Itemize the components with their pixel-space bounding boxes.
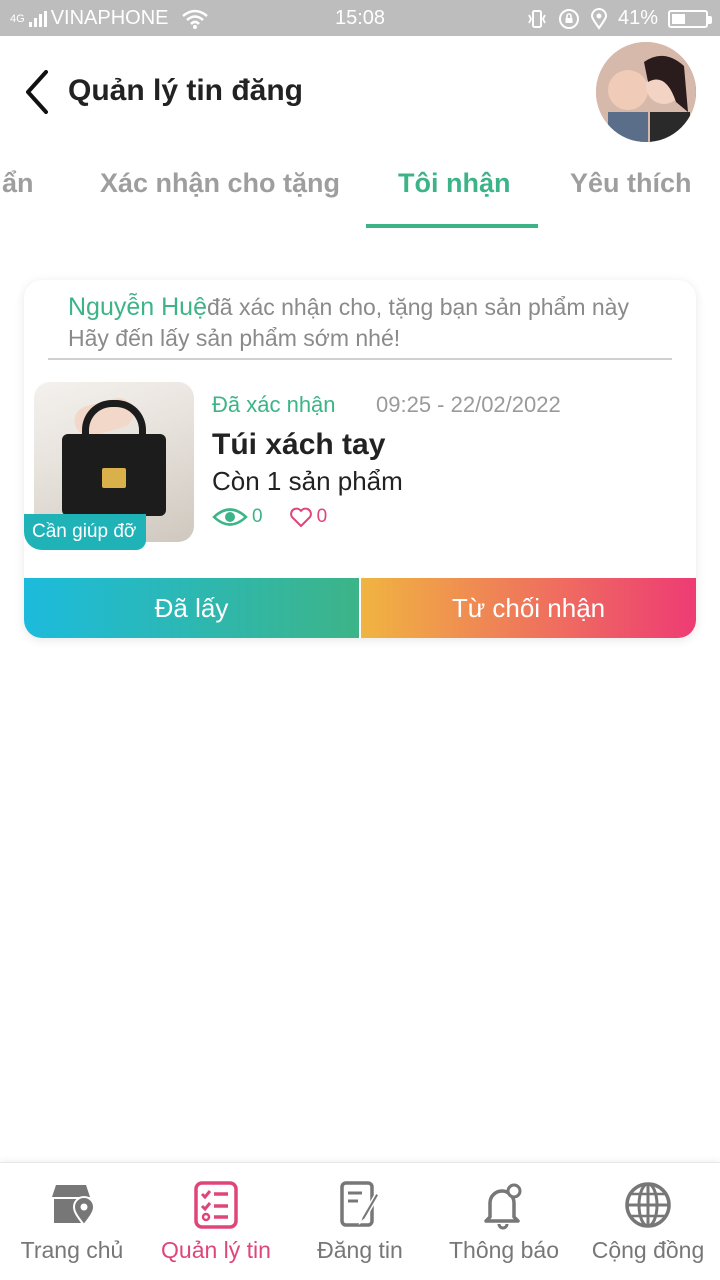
image-clasp: [102, 468, 126, 488]
back-arrow-icon[interactable]: [18, 66, 58, 118]
avatar-photo: [596, 42, 696, 142]
nav-community-label: Cộng đồng: [591, 1237, 705, 1263]
remaining-quantity: Còn 1 sản phẩm: [212, 466, 403, 496]
taken-button[interactable]: Đã lấy: [24, 578, 359, 638]
bottom-nav: Trang chủ Quản lý tin Đăng tin Thông báo: [0, 1162, 720, 1280]
giver-name[interactable]: Nguyễn Huệ: [68, 293, 207, 321]
store-location-icon: [52, 1185, 96, 1227]
battery-percent: 41%: [617, 7, 658, 29]
confirmation-notice: Nguyễn Huệđã xác nhận cho, tặng bạn sản …: [68, 292, 678, 354]
tab-active-indicator: [366, 224, 538, 228]
tab-bar: ẩn Xác nhận cho tặng Tôi nhận Yêu thích: [0, 150, 720, 230]
divider: [48, 358, 672, 360]
notice-text: đã xác nhận cho, tặng bạn sản phẩm này: [206, 294, 629, 320]
status-bar: 4G VINAPHONE 15:08 41%: [0, 0, 720, 36]
status-right: 41%: [526, 7, 712, 30]
views-stat: 0: [212, 506, 263, 528]
app-header: Quản lý tin đăng: [0, 36, 720, 148]
avatar[interactable]: [596, 42, 696, 142]
location-icon: [590, 7, 607, 30]
nav-notifications[interactable]: Thông báo: [432, 1163, 576, 1280]
tab-confirm-give[interactable]: Xác nhận cho tặng: [100, 168, 340, 199]
nav-community[interactable]: Cộng đồng: [576, 1163, 720, 1280]
checklist-icon: [194, 1181, 238, 1229]
refuse-button[interactable]: Từ chối nhận: [361, 578, 696, 638]
battery-icon: [668, 9, 712, 28]
datetime: 09:25 - 22/02/2022: [376, 392, 561, 417]
vibrate-icon: [528, 9, 546, 28]
product-name[interactable]: Túi xách tay: [212, 428, 385, 462]
likes-count: 0: [316, 506, 328, 527]
tab-favorites[interactable]: Yêu thích: [570, 168, 692, 199]
globe-icon: [625, 1182, 671, 1228]
received-item-card: Nguyễn Huệđã xác nhận cho, tặng bạn sản …: [24, 280, 696, 638]
page-title: Quản lý tin đăng: [68, 74, 304, 107]
notice-line2: Hãy đến lấy sản phẩm sớm nhé!: [68, 325, 401, 351]
likes-stat: 0: [289, 506, 328, 528]
tab-i-receive[interactable]: Tôi nhận: [398, 168, 510, 199]
rotation-lock-icon: [558, 8, 579, 29]
nav-manage[interactable]: Quản lý tin: [144, 1163, 288, 1280]
nav-home[interactable]: Trang chủ: [0, 1163, 144, 1280]
help-badge: Cần giúp đỡ: [24, 514, 146, 550]
views-count: 0: [252, 506, 263, 527]
bell-icon: [484, 1183, 522, 1230]
tab-hidden[interactable]: ẩn: [2, 168, 34, 199]
eye-icon: [212, 508, 248, 526]
battery-level: [672, 13, 686, 24]
product-stats: 0 0: [212, 506, 327, 528]
status-label: Đã xác nhận: [212, 392, 336, 417]
nav-post[interactable]: Đăng tin: [288, 1163, 432, 1280]
heart-icon[interactable]: [289, 506, 313, 528]
document-edit-icon: [340, 1181, 381, 1227]
